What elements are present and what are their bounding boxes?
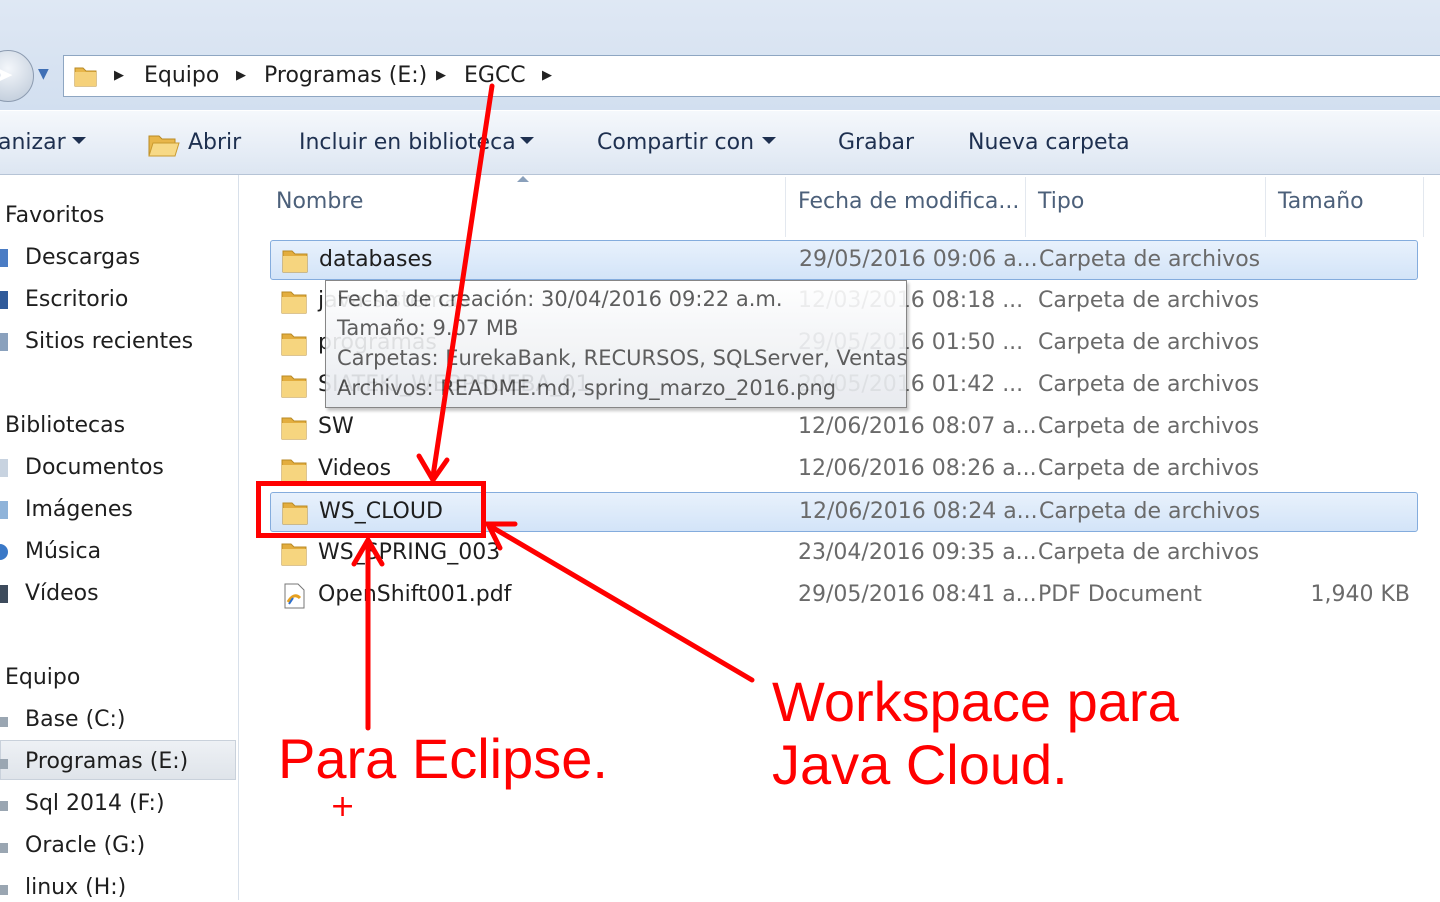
- annotation-workspace-line1: Workspace para: [772, 670, 1179, 733]
- annotation-arrows: [351, 83, 755, 731]
- arrow-from-egcc: [430, 83, 495, 479]
- cursor-crosshair: +: [330, 789, 356, 824]
- annotation-workspace-line2: Java Cloud.: [772, 733, 1068, 796]
- annotation-para-eclipse: Para Eclipse.: [278, 727, 608, 790]
- arrow-diagonal-line: [487, 523, 755, 683]
